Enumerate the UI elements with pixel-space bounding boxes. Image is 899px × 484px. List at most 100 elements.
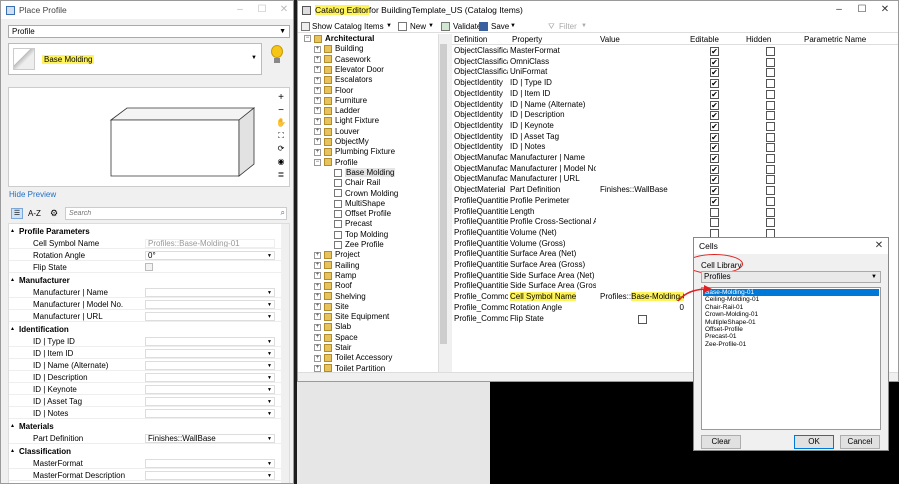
editable-checkbox[interactable] — [710, 207, 719, 217]
expand-icon[interactable]: + — [314, 292, 321, 300]
editable-checkbox[interactable]: ✔ — [710, 79, 719, 89]
row-value[interactable] — [598, 57, 684, 68]
hidden-checkbox[interactable] — [766, 143, 775, 153]
col-parametric-name[interactable]: Parametric Name — [802, 34, 892, 44]
expand-icon[interactable]: + — [314, 86, 321, 94]
collapse-icon[interactable]: ▴ — [11, 324, 14, 335]
row-value[interactable] — [598, 249, 684, 260]
collapse-icon[interactable]: ▴ — [11, 446, 14, 457]
layers-icon[interactable]: ≣ — [275, 170, 287, 183]
hidden-checkbox[interactable] — [766, 89, 775, 99]
editable-checkbox[interactable]: ✔ — [710, 196, 719, 206]
catalog-grid-row[interactable]: ObjectManufacturerManufacturer | Name ✔ — [452, 153, 898, 164]
section-header[interactable]: ▴ Manufacturer — [9, 275, 289, 286]
catalog-grid-row[interactable]: ObjectManufacturerManufacturer | Model N… — [452, 164, 898, 175]
cell-list-item[interactable]: Offset-Profile — [703, 326, 879, 333]
expand-icon[interactable]: + — [314, 107, 321, 115]
flip-state-checkbox[interactable] — [638, 314, 647, 324]
tree-item[interactable]: + Railing — [314, 261, 359, 271]
filter-button[interactable]: Filter — [559, 20, 577, 33]
pan-icon[interactable]: ✋ — [275, 118, 287, 131]
col-definition[interactable]: Definition — [452, 34, 508, 44]
expand-icon[interactable]: + — [314, 117, 321, 125]
property-value[interactable]: ▼ — [145, 349, 275, 358]
hidden-checkbox[interactable] — [766, 175, 775, 185]
property-value[interactable]: ▼ — [145, 361, 275, 370]
row-value[interactable] — [598, 121, 684, 132]
row-value[interactable]: 0 — [598, 303, 684, 314]
property-value[interactable]: ▼ — [145, 312, 275, 321]
collapse-icon[interactable]: ▴ — [11, 275, 14, 286]
hidden-checkbox[interactable] — [766, 47, 775, 56]
property-value[interactable]: ▼ — [145, 385, 275, 394]
tree-item[interactable]: − Architectural — [304, 34, 374, 44]
expand-icon[interactable]: + — [314, 344, 321, 352]
row-value[interactable] — [598, 314, 684, 325]
editable-checkbox[interactable]: ✔ — [710, 164, 719, 174]
hidden-checkbox[interactable] — [766, 164, 775, 174]
editable-checkbox[interactable]: ✔ — [710, 132, 719, 142]
lightbulb-icon[interactable] — [269, 45, 285, 71]
catalog-grid-row[interactable]: ObjectManufacturerManufacturer | URL ✔ — [452, 174, 898, 185]
tree-item[interactable]: MultiShape — [324, 199, 385, 209]
hidden-checkbox[interactable] — [766, 186, 775, 196]
row-value[interactable] — [598, 207, 684, 218]
validate-button[interactable]: Validate — [453, 20, 481, 33]
expand-icon[interactable]: + — [314, 251, 321, 259]
cell-list-item[interactable]: Chair-Rail-01 — [703, 304, 879, 311]
expand-icon[interactable]: − — [314, 158, 321, 166]
tree-item[interactable]: + Slab — [314, 322, 351, 332]
collapse-icon[interactable]: ▴ — [11, 226, 14, 237]
expand-icon[interactable]: − — [304, 35, 311, 43]
tree-item[interactable]: + Ladder — [314, 106, 360, 116]
tree-item[interactable]: + Escalators — [314, 75, 372, 85]
expand-icon[interactable]: + — [314, 138, 321, 146]
chevron-down-icon[interactable]: ▼ — [510, 20, 516, 33]
rotate-icon[interactable]: ⟳ — [275, 144, 287, 157]
ok-button[interactable]: OK — [794, 435, 834, 449]
tree-item[interactable]: + Light Fixture — [314, 116, 379, 126]
property-value[interactable]: ▼ — [145, 459, 275, 468]
expand-icon[interactable]: + — [314, 97, 321, 105]
tree-item[interactable]: Base Molding — [324, 167, 396, 178]
tree-item[interactable]: Precast — [324, 219, 372, 229]
row-value[interactable]: Profiles::Base-Molding-01 — [598, 292, 684, 303]
property-value[interactable]: ▼ — [145, 337, 275, 346]
profile-preview[interactable]: + − ✋ ⛶ ⟳ ◉ ≣ — [8, 87, 290, 187]
row-value[interactable] — [598, 142, 684, 153]
cell-library-dropdown[interactable]: Profiles ▼ — [701, 271, 881, 283]
catalog-grid-row[interactable]: ProfileQuantities Length — [452, 207, 898, 218]
editable-checkbox[interactable]: ✔ — [710, 47, 719, 56]
catalog-grid-row[interactable]: ProfileQuantities Profile Perimeter ✔ — [452, 196, 898, 207]
tree-item[interactable]: + Louver — [314, 127, 359, 137]
row-value[interactable] — [598, 153, 684, 164]
expand-icon[interactable]: + — [314, 354, 321, 362]
tree-item[interactable]: + Shelving — [314, 292, 366, 302]
minimize-icon[interactable]: – — [828, 1, 850, 19]
catalog-grid-row[interactable]: ProfileQuantities Profile Cross-Sectional… — [452, 217, 898, 228]
profile-type-dropdown[interactable]: Profile ▼ — [8, 25, 290, 38]
expand-icon[interactable]: + — [314, 282, 321, 290]
col-editable[interactable]: Editable — [688, 34, 738, 44]
expand-icon[interactable]: + — [314, 272, 321, 280]
expand-icon[interactable]: + — [314, 364, 321, 372]
property-value[interactable]: ▼ — [145, 300, 275, 309]
chevron-down-icon[interactable]: ▼ — [428, 20, 434, 33]
property-value[interactable]: ▼ — [145, 409, 275, 418]
row-value[interactable] — [598, 174, 684, 185]
property-value[interactable]: ▼ — [145, 373, 275, 382]
editable-checkbox[interactable]: ✔ — [710, 143, 719, 153]
chevron-down-icon[interactable]: ▼ — [386, 20, 392, 33]
minimize-icon[interactable]: – — [229, 1, 251, 19]
expand-icon[interactable]: + — [314, 55, 321, 63]
clear-button[interactable]: Clear — [701, 435, 741, 449]
section-header[interactable]: ▴ Materials — [9, 421, 289, 432]
hidden-checkbox[interactable] — [766, 218, 775, 228]
tree-scroll-thumb[interactable] — [440, 44, 447, 344]
tree-item[interactable]: + Elevator Door — [314, 65, 384, 75]
row-value[interactable] — [598, 196, 684, 207]
cell-list-item[interactable]: Zee-Profile-01 — [703, 341, 879, 348]
tree-scrollbar[interactable] — [438, 34, 448, 372]
profile-picker[interactable]: Base Molding ▼ — [8, 43, 262, 75]
tree-item[interactable]: Crown Molding — [324, 189, 398, 199]
